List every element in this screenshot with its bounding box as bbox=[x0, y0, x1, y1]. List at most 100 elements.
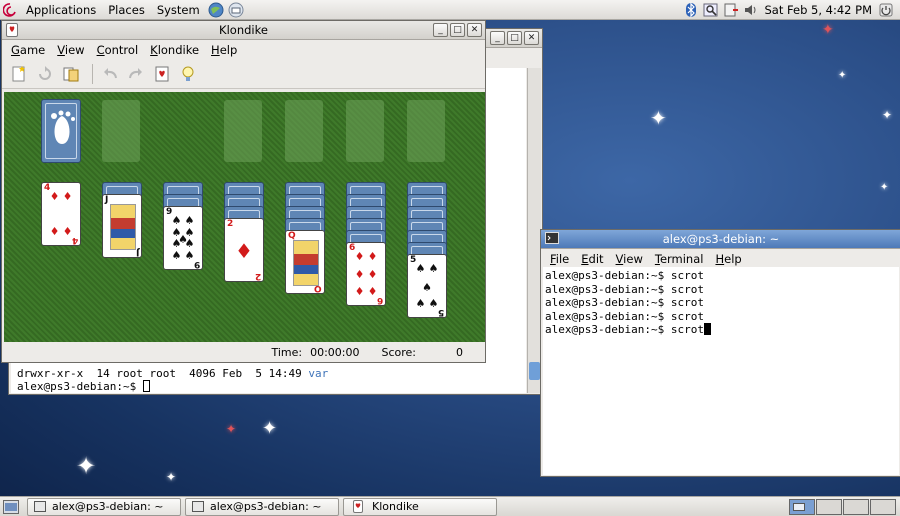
star-decoration: ✦ bbox=[166, 470, 177, 484]
foundation-slot[interactable] bbox=[346, 100, 384, 162]
close-button[interactable]: ✕ bbox=[524, 31, 539, 45]
deal-icon[interactable] bbox=[151, 63, 173, 85]
workspace-4[interactable] bbox=[870, 498, 896, 515]
terminal-back-scrollbar[interactable] bbox=[527, 68, 541, 393]
close-button[interactable]: ✕ bbox=[467, 23, 482, 37]
foundation-slot[interactable] bbox=[285, 100, 323, 162]
hint-icon[interactable] bbox=[177, 63, 199, 85]
undo-icon[interactable] bbox=[99, 63, 121, 85]
terminal-window-front[interactable]: alex@ps3-debian: ~ File Edit View Termin… bbox=[540, 229, 900, 477]
star-decoration: ✦ bbox=[262, 418, 278, 439]
clock[interactable]: Sat Feb 5, 4:42 PM bbox=[761, 3, 877, 17]
game-table[interactable]: 4 4 ♦ ♦ ♦ ♦ J J 9 9 ♠ ♠ ♠ ♠ ♠ ♠ ♠ ♠ ♠ 2 2 ♦ Q Q 6 6 ♦ ♦ ♦ ♦ ♦ ♦ 5 5 ♠ ♠ ♠ ♠ ♠ bbox=[4, 92, 485, 342]
face-up-card[interactable]: QQ bbox=[285, 230, 325, 294]
terminal-icon bbox=[34, 501, 46, 512]
minimize-button[interactable]: _ bbox=[490, 31, 505, 45]
workspace-1[interactable] bbox=[789, 498, 815, 515]
bottom-panel: alex@ps3-debian: ~ alex@ps3-debian: ~ Kl… bbox=[0, 496, 900, 516]
logout-icon[interactable] bbox=[878, 2, 894, 18]
new-game-icon[interactable] bbox=[8, 63, 30, 85]
star-decoration: ✦ bbox=[838, 70, 847, 81]
court-card-art bbox=[110, 204, 136, 250]
scrollbar-thumb[interactable] bbox=[529, 362, 540, 380]
terminal-front-titlebar[interactable]: alex@ps3-debian: ~ bbox=[541, 230, 900, 249]
menu-view[interactable]: View bbox=[610, 252, 649, 266]
klondike-titlebar[interactable]: Klondike _ □ ✕ bbox=[2, 21, 485, 40]
terminal-app-icon bbox=[545, 232, 559, 246]
score-value: 0 bbox=[456, 346, 463, 359]
stock-pile[interactable] bbox=[41, 99, 81, 163]
workspace-3[interactable] bbox=[843, 498, 869, 515]
menu-help[interactable]: Help bbox=[709, 252, 747, 266]
terminal-front-output[interactable]: alex@ps3-debian:~$ scrot alex@ps3-debian… bbox=[543, 267, 899, 475]
score-label: Score: bbox=[381, 346, 416, 359]
menu-view[interactable]: View bbox=[51, 43, 90, 57]
terminal-line: alex@ps3-debian:~$ scrot bbox=[545, 269, 704, 282]
court-card-art bbox=[293, 240, 319, 286]
klondike-app-icon bbox=[350, 499, 366, 515]
taskbar-item-terminal-1[interactable]: alex@ps3-debian: ~ bbox=[27, 497, 181, 516]
terminal-line: alex@ps3-debian:~$ scrot bbox=[545, 309, 704, 323]
taskbar-item-terminal-2[interactable]: alex@ps3-debian: ~ bbox=[185, 497, 339, 516]
menu-file[interactable]: File bbox=[544, 252, 575, 266]
face-up-card[interactable]: 9 9 ♠ ♠ ♠ ♠ ♠ ♠ ♠ ♠ ♠ bbox=[163, 206, 203, 270]
power-manager-icon[interactable] bbox=[723, 2, 739, 18]
face-up-card[interactable]: 6 6 ♦ ♦ ♦ ♦ ♦ ♦ bbox=[346, 242, 386, 306]
workspace-switcher[interactable] bbox=[789, 498, 896, 515]
redo-icon[interactable] bbox=[125, 63, 147, 85]
star-decoration: ✦ bbox=[880, 182, 889, 193]
workspace-2[interactable] bbox=[816, 498, 842, 515]
volume-icon[interactable] bbox=[743, 2, 759, 18]
web-browser-icon[interactable] bbox=[208, 2, 224, 18]
bluetooth-icon[interactable] bbox=[683, 2, 699, 18]
taskbar-label: Klondike bbox=[372, 500, 419, 513]
terminal-icon bbox=[192, 501, 204, 512]
klondike-app-icon bbox=[6, 23, 20, 37]
terminal-line: alex@ps3-debian:~$ scrot bbox=[545, 282, 704, 296]
face-up-card[interactable]: 2 2 ♦ bbox=[224, 218, 264, 282]
restart-icon[interactable] bbox=[34, 63, 56, 85]
klondike-toolbar bbox=[2, 59, 485, 89]
dir-name: var bbox=[308, 367, 329, 380]
applications-menu[interactable]: Applications bbox=[20, 0, 102, 20]
menu-control[interactable]: Control bbox=[91, 43, 145, 57]
klondike-title: Klondike bbox=[219, 23, 268, 37]
prompt-line: alex@ps3-debian:~$ bbox=[17, 380, 150, 394]
terminal-menubar: File Edit View Terminal Help bbox=[541, 249, 900, 268]
terminal-front-title: alex@ps3-debian: ~ bbox=[662, 232, 780, 246]
places-menu[interactable]: Places bbox=[102, 0, 151, 20]
face-up-card[interactable]: JJ bbox=[102, 194, 142, 258]
menu-terminal[interactable]: Terminal bbox=[649, 252, 710, 266]
menu-edit[interactable]: Edit bbox=[575, 252, 609, 266]
waste-slot[interactable] bbox=[102, 100, 140, 162]
terminal-line: alex@ps3-debian:~$ scrot bbox=[545, 296, 704, 309]
select-game-icon[interactable] bbox=[60, 63, 82, 85]
taskbar-label: alex@ps3-debian: ~ bbox=[52, 500, 164, 513]
maximize-button[interactable]: □ bbox=[507, 31, 522, 45]
menu-game[interactable]: Game bbox=[5, 43, 51, 57]
show-desktop-icon[interactable] bbox=[3, 499, 19, 515]
foundation-slot[interactable] bbox=[407, 100, 445, 162]
face-up-card[interactable]: 4 4 ♦ ♦ ♦ ♦ bbox=[41, 182, 81, 246]
star-decoration: ✦ bbox=[650, 106, 667, 130]
klondike-menubar: Game View Control Klondike Help bbox=[2, 40, 485, 59]
star-decoration: ✦ bbox=[226, 422, 237, 436]
debian-logo-icon[interactable] bbox=[2, 2, 18, 18]
menu-klondike[interactable]: Klondike bbox=[144, 43, 205, 57]
minimize-button[interactable]: _ bbox=[433, 23, 448, 37]
time-value: 00:00:00 bbox=[310, 346, 360, 359]
terminal-line-current: alex@ps3-debian:~$ scrot bbox=[545, 323, 897, 337]
menu-help[interactable]: Help bbox=[205, 43, 243, 57]
cursor bbox=[703, 323, 711, 335]
email-client-icon[interactable] bbox=[228, 2, 244, 18]
foundation-slot[interactable] bbox=[224, 100, 262, 162]
klondike-window[interactable]: Klondike _ □ ✕ Game View Control Klondik… bbox=[1, 20, 486, 363]
maximize-button[interactable]: □ bbox=[450, 23, 465, 37]
star-decoration: ✦ bbox=[882, 108, 893, 122]
taskbar-item-klondike[interactable]: Klondike bbox=[343, 497, 497, 516]
star-decoration: ✦ bbox=[822, 22, 834, 38]
toolbar-separator bbox=[92, 63, 93, 84]
system-menu[interactable]: System bbox=[151, 0, 206, 20]
search-icon[interactable] bbox=[703, 2, 719, 18]
face-up-card[interactable]: 5 5 ♠ ♠ ♠ ♠ ♠ bbox=[407, 254, 447, 318]
